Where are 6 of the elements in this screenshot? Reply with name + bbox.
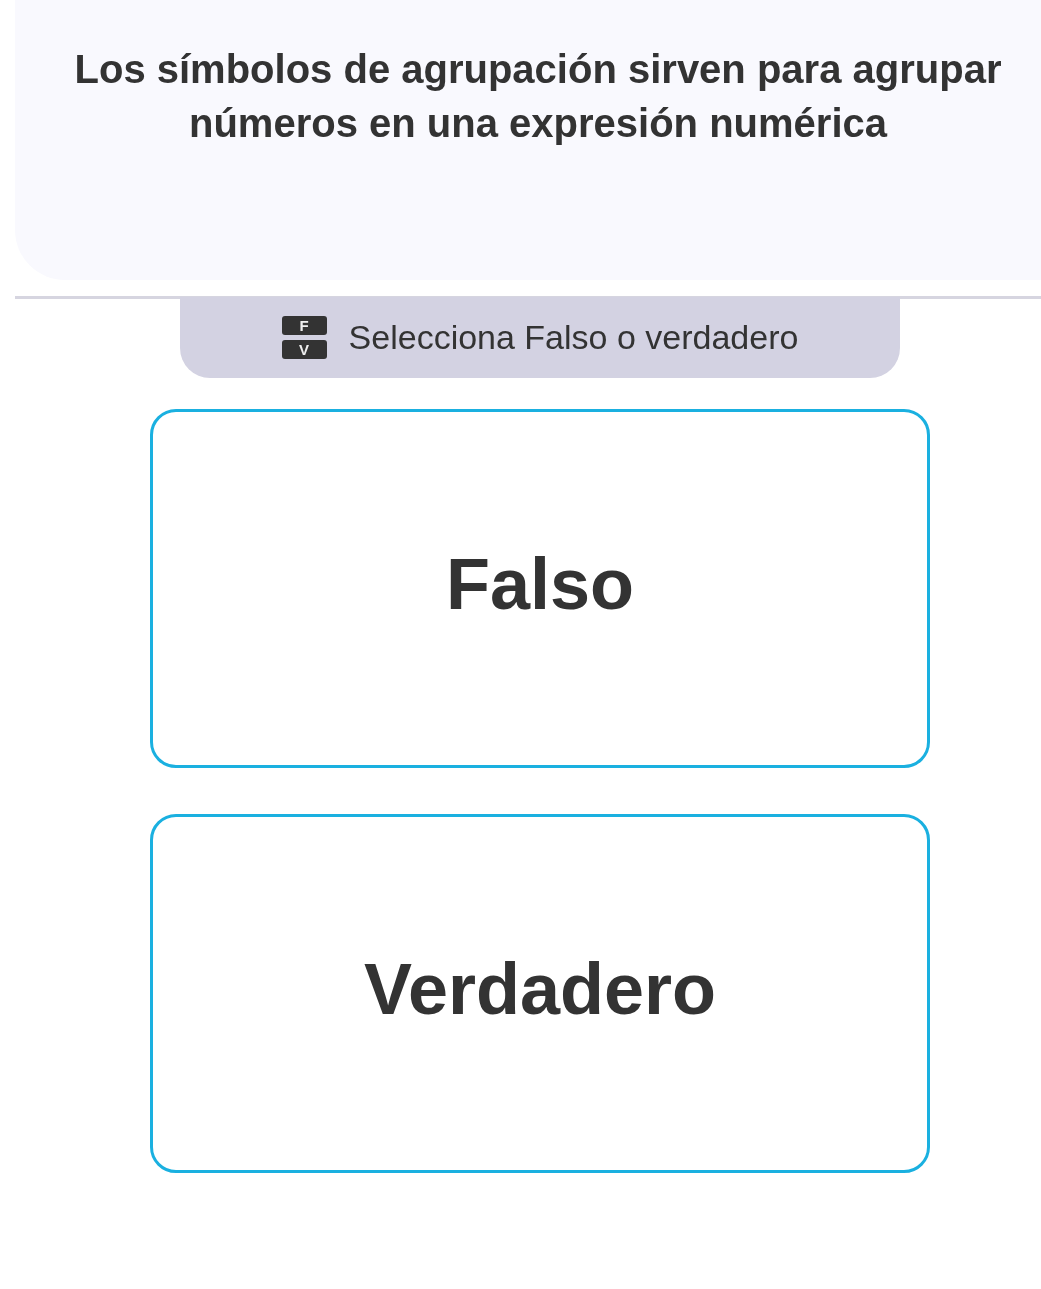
question-text: Los símbolos de agrupación sirven para agrupar números en una expresión numérica	[73, 46, 1003, 147]
letter-tile: V	[281, 340, 327, 359]
letter-tile: F	[281, 316, 327, 335]
answer-option[interactable]: Verdadero	[150, 814, 930, 1173]
instruction-text: Selecciona Falso o verdadero	[348, 318, 799, 357]
answer-option[interactable]: Falso	[150, 409, 930, 768]
